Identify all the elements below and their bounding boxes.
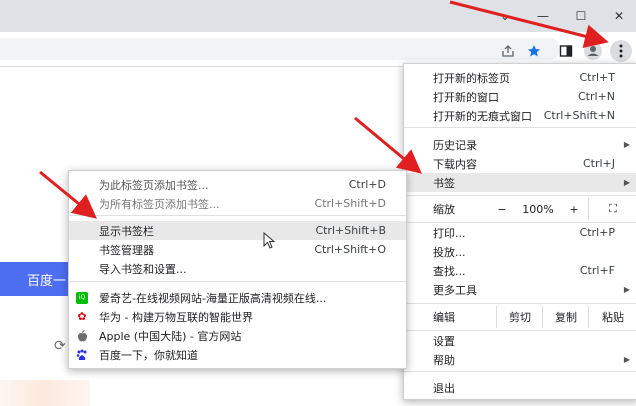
zoom-level: 100% [522, 202, 554, 216]
menu-item-more-tools[interactable]: 更多工具 ▶ [404, 280, 636, 299]
fullscreen-icon[interactable]: ⛶ [588, 198, 636, 220]
baidu-icon [76, 349, 88, 361]
menu-item-find[interactable]: 查找... Ctrl+F [404, 261, 636, 280]
menu-divider [404, 303, 636, 304]
edit-row: 编辑 剪切 复制 粘贴 [404, 306, 636, 328]
minimize-button[interactable]: — [525, 0, 561, 32]
menu-item-bookmark-all-tabs[interactable]: 为所有标签页添加书签... Ctrl+Shift+D [69, 194, 406, 213]
menu-item-history[interactable]: 历史记录 ▶ [404, 135, 636, 154]
zoom-in-button[interactable]: + [560, 198, 588, 220]
menu-item-exit[interactable]: 退出 [404, 378, 636, 397]
menu-item-settings[interactable]: 设置 [404, 331, 636, 350]
chevron-right-icon: ▶ [623, 178, 630, 187]
mouse-cursor-icon [263, 232, 276, 249]
menu-divider [404, 127, 636, 128]
refresh-icon[interactable]: ⟳ [54, 338, 66, 354]
menu-divider [69, 215, 406, 216]
share-icon[interactable] [497, 40, 519, 62]
menu-item-print[interactable]: 打印... Ctrl+P [404, 223, 636, 242]
bookmarks-submenu: 为此标签页添加书签... Ctrl+D 为所有标签页添加书签... Ctrl+Shi… [68, 170, 407, 369]
copy-button[interactable]: 复制 [542, 306, 589, 328]
apple-icon [76, 329, 88, 342]
menu-item-bookmark-this-tab[interactable]: 为此标签页添加书签... Ctrl+D [69, 175, 406, 194]
zoom-label: 缩放 [433, 203, 455, 216]
menu-divider [69, 281, 406, 282]
menu-item-downloads[interactable]: 下载内容 Ctrl+J [404, 154, 636, 173]
bookmark-item-huawei[interactable]: ✿ 华为 - 构建万物互联的智能世界 [69, 307, 406, 326]
kebab-menu-icon[interactable] [610, 40, 632, 62]
menu-item-cast[interactable]: 投放... [404, 242, 636, 261]
edit-label: 编辑 [433, 311, 455, 324]
menu-item-new-tab[interactable]: 打开新的标签页 Ctrl+T [404, 68, 636, 87]
menu-divider [404, 371, 636, 372]
bookmark-item-apple[interactable]: Apple (中国大陆) - 官方网站 [69, 326, 406, 345]
menu-item-show-bookmarks-bar[interactable]: 显示书签栏 Ctrl+Shift+B [69, 221, 406, 240]
chevron-right-icon: ▶ [623, 355, 630, 364]
paste-button[interactable]: 粘贴 [588, 306, 636, 328]
chrome-main-menu: 打开新的标签页 Ctrl+T 打开新的窗口 Ctrl+N 打开新的无痕式窗口 Ctrl… [403, 63, 636, 400]
blurred-area [0, 380, 90, 406]
menu-item-help[interactable]: 帮助 ▶ [404, 350, 636, 369]
address-bar[interactable] [0, 38, 560, 60]
chevron-right-icon: ▶ [623, 285, 630, 294]
menu-item-new-window[interactable]: 打开新的窗口 Ctrl+N [404, 87, 636, 106]
menu-item-bookmark-manager[interactable]: 书签管理器 Ctrl+Shift+O [69, 240, 406, 259]
cut-button[interactable]: 剪切 [496, 306, 543, 328]
menu-item-bookmarks[interactable]: 书签 ▶ [404, 173, 636, 192]
minimize-caret-icon[interactable]: ⌄ [487, 0, 523, 32]
huawei-icon: ✿ [77, 310, 87, 323]
side-panel-icon[interactable] [555, 40, 577, 62]
close-button[interactable]: ✕ [601, 0, 636, 32]
profile-avatar-icon[interactable] [582, 40, 604, 62]
menu-divider [404, 195, 636, 196]
bookmark-star-icon[interactable] [523, 40, 545, 62]
zoom-out-button[interactable]: − [488, 198, 516, 220]
menu-item-incognito[interactable]: 打开新的无痕式窗口 Ctrl+Shift+N [404, 106, 636, 125]
bookmark-item-baidu[interactable]: 百度一下，你就知道 [69, 345, 406, 364]
chevron-right-icon: ▶ [623, 140, 630, 149]
baidu-search-button[interactable]: 百度一 [0, 262, 70, 296]
iqiyi-icon: iQ [76, 291, 88, 304]
bookmark-item-iqiyi[interactable]: iQ 爱奇艺-在线视频网站-海量正版高清视频在线... [69, 288, 406, 307]
menu-item-import-bookmarks[interactable]: 导入书签和设置... [69, 259, 406, 278]
zoom-row: 缩放 − 100% + ⛶ [404, 198, 636, 220]
maximize-button[interactable]: ☐ [563, 0, 599, 32]
